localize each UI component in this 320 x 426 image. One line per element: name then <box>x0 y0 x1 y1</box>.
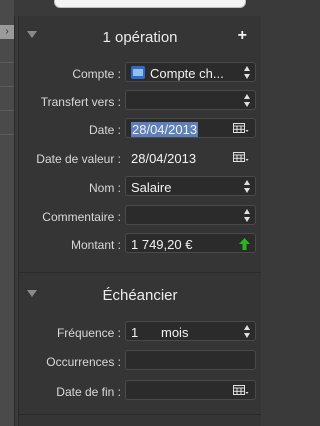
comment-combo[interactable] <box>125 205 256 225</box>
collapse-sidebar-icon[interactable]: › <box>0 25 14 39</box>
operation-header: 1 opération + <box>19 24 261 60</box>
calendar-icon[interactable] <box>233 152 249 163</box>
popup-arrows-icon <box>244 209 251 222</box>
amount-field[interactable]: 1 749,20 € <box>125 233 256 253</box>
name-label: Nom : <box>88 181 121 195</box>
occurrences-label: Occurrences : <box>46 355 121 369</box>
sidebar-separator <box>0 110 14 111</box>
frequency-label: Fréquence : <box>56 326 121 340</box>
section-title: Échéancier <box>102 287 178 304</box>
amount-value: 1 749,20 € <box>131 237 193 252</box>
schedule-header: Échéancier <box>19 280 261 316</box>
toolbar <box>14 0 260 16</box>
name-combo[interactable]: Salaire <box>125 176 256 196</box>
frequency-unit: mois <box>161 325 189 340</box>
date-value: 28/04/2013 <box>131 122 199 137</box>
section-divider <box>19 414 261 415</box>
transfer-popup[interactable] <box>125 90 256 110</box>
sidebar-separator <box>0 86 14 87</box>
occurrences-field[interactable] <box>125 350 256 370</box>
end-date-field[interactable] <box>125 380 256 400</box>
value-date-label: Date de valeur : <box>36 152 121 166</box>
popup-arrows-icon <box>244 180 251 193</box>
sidebar-strip: › <box>0 0 15 426</box>
account-value: Compte ch... <box>150 66 224 81</box>
search-field[interactable] <box>54 0 246 8</box>
frequency-field[interactable]: 1 mois <box>125 321 256 341</box>
account-popup[interactable]: Compte ch... <box>125 62 256 82</box>
account-icon <box>131 66 145 79</box>
popup-arrows-icon <box>244 325 251 338</box>
date-field[interactable]: 28/04/2013 <box>125 118 256 138</box>
frequency-value: 1 <box>131 325 139 340</box>
account-label: Compte : <box>72 67 121 81</box>
name-value: Salaire <box>131 180 172 195</box>
popup-arrows-icon <box>244 94 251 107</box>
transfer-label: Transfert vers : <box>40 95 121 109</box>
sidebar-separator <box>0 134 14 135</box>
calendar-icon[interactable] <box>233 385 249 396</box>
value-date-value: 28/04/2013 <box>131 151 197 166</box>
sidebar-separator <box>0 62 14 63</box>
section-title: 1 opération <box>102 29 178 46</box>
inspector-panel: 1 opération + Compte : Compte ch... Tran… <box>18 16 261 426</box>
popup-arrows-icon <box>244 66 251 79</box>
date-label: Date : <box>88 123 121 137</box>
green-up-arrow-icon[interactable] <box>239 238 250 250</box>
amount-label: Montant : <box>70 238 121 252</box>
plus-icon[interactable]: + <box>238 27 247 45</box>
value-date-field[interactable]: 28/04/2013 <box>125 147 256 167</box>
section-divider <box>19 272 261 273</box>
end-date-label: Date de fin : <box>56 385 121 399</box>
comment-label: Commentaire : <box>42 210 121 224</box>
calendar-icon[interactable] <box>233 123 249 134</box>
